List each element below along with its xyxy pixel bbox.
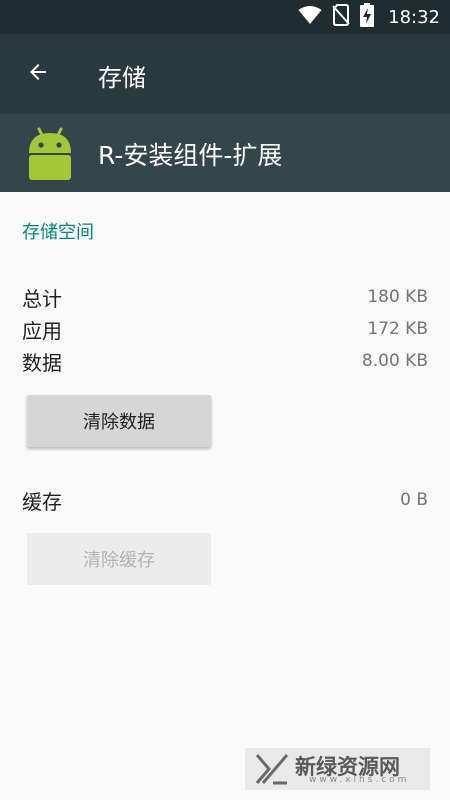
app-size-value: 172 KB: [367, 319, 428, 339]
android-robot-icon: [22, 126, 78, 182]
app-size-label: 应用: [22, 319, 62, 343]
clear-data-button[interactable]: 清除数据: [27, 395, 211, 447]
status-bar: 18:32: [0, 0, 450, 34]
app-name: R-安装组件-扩展: [98, 141, 283, 170]
storage-section-title: 存储空间: [22, 222, 94, 243]
battery-charging-icon: [360, 3, 375, 31]
total-value: 180 KB: [367, 287, 428, 307]
wifi-icon: [298, 5, 322, 29]
status-clock: 18:32: [388, 6, 440, 28]
no-sim-icon: [332, 4, 350, 30]
watermark-subtext: www.xlhs.com: [309, 775, 410, 785]
total-label: 总计: [22, 287, 62, 311]
back-button[interactable]: [14, 50, 62, 98]
cache-value: 0 B: [400, 490, 428, 510]
clear-cache-button: 清除缓存: [27, 533, 211, 585]
data-size-value: 8.00 KB: [361, 351, 428, 371]
arrow-back-icon: [26, 60, 50, 88]
page-title: 存储: [98, 64, 146, 92]
data-size-label: 数据: [22, 351, 62, 375]
app-header: R-安装组件-扩展: [0, 114, 450, 192]
watermark: 新绿资源网 www.xlhs.com: [245, 748, 430, 790]
cache-label: 缓存: [22, 490, 62, 514]
status-icons: 18:32: [298, 3, 440, 31]
toolbar: 存储: [0, 34, 450, 114]
watermark-logo-icon: [255, 753, 289, 789]
